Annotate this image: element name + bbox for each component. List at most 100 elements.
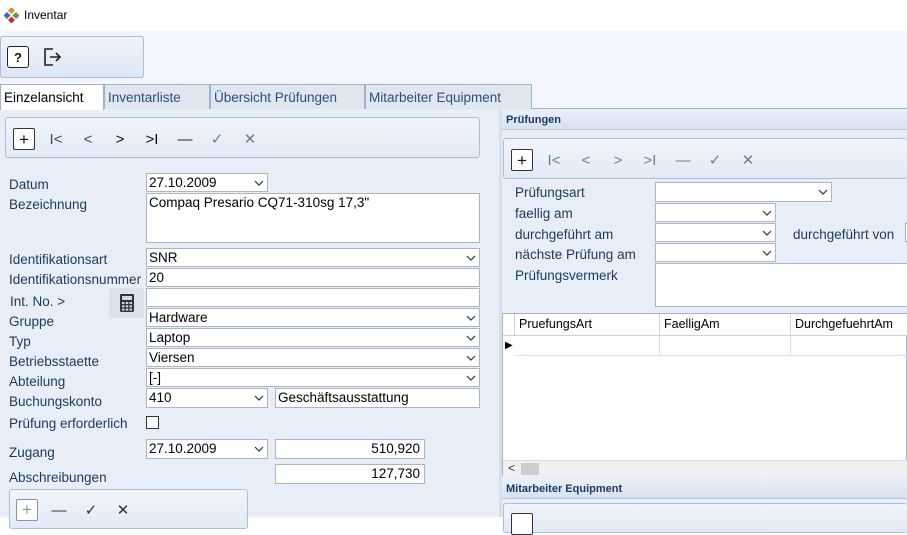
pruefungen-header: Prüfungen: [502, 110, 907, 130]
bezeichnung-field[interactable]: Compaq Presario CQ71-310sg 17,3": [146, 193, 480, 243]
tab-label: Einzelansicht: [4, 90, 84, 105]
betriebsstaette-select[interactable]: Viersen: [146, 348, 480, 367]
pruefung-previous-button[interactable]: <: [575, 149, 597, 171]
last-record-button[interactable]: >I: [141, 128, 163, 150]
pruefung-delete-button[interactable]: —: [672, 149, 694, 171]
next-record-button[interactable]: >: [109, 128, 131, 150]
chevron-down-icon[interactable]: [762, 206, 772, 216]
cancel-record-button[interactable]: ✕: [239, 128, 261, 150]
minus-icon: —: [177, 130, 193, 148]
naechste-pruefung-field[interactable]: [655, 243, 776, 262]
chevron-down-icon[interactable]: [466, 251, 476, 261]
pruefung-save-button[interactable]: ✓: [704, 149, 726, 171]
table-cell[interactable]: [791, 336, 907, 356]
typ-select[interactable]: Laptop: [146, 328, 480, 347]
grid-corner: [503, 314, 515, 336]
pruefung-next-button[interactable]: >: [607, 149, 629, 171]
exit-button[interactable]: [41, 46, 63, 68]
pruefungsvermerk-field[interactable]: [655, 263, 907, 307]
chevron-down-icon[interactable]: [818, 185, 828, 195]
chevron-down-icon[interactable]: [254, 442, 264, 452]
zugang-amount-field[interactable]: 510,920: [275, 439, 425, 459]
previous-record-button[interactable]: <: [77, 128, 99, 150]
abschreibungen-amount-field[interactable]: 127,730: [275, 464, 425, 484]
horizontal-scrollbar[interactable]: <: [503, 460, 907, 476]
check-icon: ✓: [210, 131, 224, 148]
pruefung-cancel-button[interactable]: ✕: [737, 149, 759, 171]
chevron-down-icon[interactable]: [466, 311, 476, 321]
next-icon: >: [613, 151, 623, 169]
buchungskonto-description-field[interactable]: Geschäftsausstattung: [275, 388, 480, 408]
chevron-down-icon[interactable]: [762, 226, 772, 236]
table-cell[interactable]: [660, 336, 791, 356]
close-icon: ✕: [741, 152, 755, 169]
check-icon: ✓: [84, 502, 98, 519]
pruefungen-navigator: + I< < > >I — ✓ ✕: [503, 138, 907, 179]
identifikationsart-label: Identifikationsart: [9, 252, 108, 267]
betriebsstaette-value: Viersen: [149, 350, 195, 365]
pruefungsart-select[interactable]: [655, 182, 832, 202]
durchgefuehrt-von-label: durchgeführt von: [793, 227, 895, 242]
grid-header-durchgefuehrtam[interactable]: DurchgefuehrtAm: [791, 314, 907, 336]
first-icon: I<: [547, 151, 561, 169]
typ-label: Typ: [9, 334, 31, 349]
identifikationsnummer-field[interactable]: 20: [146, 268, 480, 287]
bezeichnung-label: Bezeichnung: [9, 197, 88, 212]
next-icon: >: [115, 130, 125, 148]
scroll-left-icon[interactable]: <: [508, 461, 515, 475]
help-button[interactable]: ?: [7, 46, 29, 68]
faellig-am-field[interactable]: [655, 203, 776, 222]
gruppe-value: Hardware: [149, 310, 208, 325]
scrollbar-thumb[interactable]: [521, 463, 539, 475]
grid-header-faelligam[interactable]: FaelligAm: [660, 314, 791, 336]
durchgefuehrt-am-field[interactable]: [655, 223, 776, 242]
zugang-date-field[interactable]: 27.10.2009: [146, 439, 268, 459]
chevron-down-icon[interactable]: [466, 331, 476, 341]
chevron-down-icon[interactable]: [254, 391, 264, 401]
gruppe-select[interactable]: Hardware: [146, 308, 480, 327]
buchungskonto-label: Buchungskonto: [9, 394, 103, 409]
pruefung-last-button[interactable]: >I: [639, 149, 661, 171]
tab-mitarbeiter-equipment[interactable]: Mitarbeiter Equipment: [365, 84, 532, 109]
close-icon: ✕: [116, 502, 130, 519]
tab-uebersicht-pruefungen[interactable]: Übersicht Prüfungen: [210, 84, 365, 109]
chevron-down-icon[interactable]: [466, 371, 476, 381]
datum-field[interactable]: 27.10.2009: [146, 173, 268, 192]
chevron-down-icon[interactable]: [254, 176, 264, 186]
pruefung-first-button[interactable]: I<: [543, 149, 565, 171]
faellig-am-label: faellig am: [515, 206, 573, 221]
pruefung-erforderlich-label: Prüfung erforderlich: [9, 416, 128, 431]
mitarbeiter-header-label: Mitarbeiter Equipment: [506, 483, 623, 495]
table-cell[interactable]: [515, 336, 660, 356]
abteilung-value: [-]: [149, 370, 161, 385]
grid-header-pruefungsart[interactable]: PruefungsArt: [515, 314, 660, 336]
add-record-button[interactable]: +: [13, 128, 35, 150]
tab-einzelansicht[interactable]: Einzelansicht: [0, 84, 104, 110]
tab-inventarliste[interactable]: Inventarliste: [104, 84, 210, 109]
buchungskonto-select[interactable]: 410: [146, 388, 268, 408]
sub-save-button[interactable]: ✓: [80, 499, 102, 521]
mitarbeiter-navigator: [503, 503, 907, 535]
identifikationsart-select[interactable]: SNR: [146, 248, 480, 267]
title-bar: Inventar: [0, 0, 907, 31]
abteilung-label: Abteilung: [9, 374, 66, 389]
delete-record-button[interactable]: —: [174, 128, 196, 150]
pruefung-add-button[interactable]: +: [511, 149, 533, 171]
sub-add-button[interactable]: +: [16, 499, 38, 521]
pruefung-erforderlich-checkbox[interactable]: [146, 416, 159, 429]
sub-record-navigator: + — ✓ ✕: [9, 489, 248, 529]
pruefungen-grid[interactable]: PruefungsArt FaelligAm DurchgefuehrtAm ▶…: [502, 313, 907, 476]
close-icon: ✕: [243, 131, 257, 148]
calculator-button[interactable]: [109, 288, 144, 318]
int-no-label[interactable]: Int. No. >: [10, 294, 65, 309]
save-record-button[interactable]: ✓: [206, 128, 228, 150]
sub-delete-button[interactable]: —: [48, 499, 70, 521]
sub-cancel-button[interactable]: ✕: [112, 499, 134, 521]
abschreibungen-amount-value: 127,730: [371, 466, 420, 481]
int-no-field[interactable]: [146, 288, 480, 307]
abteilung-select[interactable]: [-]: [146, 368, 480, 387]
mitarbeiter-add-button[interactable]: [511, 513, 533, 535]
chevron-down-icon[interactable]: [466, 351, 476, 361]
first-record-button[interactable]: I<: [45, 128, 67, 150]
chevron-down-icon[interactable]: [762, 246, 772, 256]
